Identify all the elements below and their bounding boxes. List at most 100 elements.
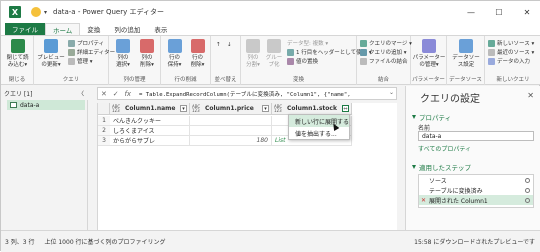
formula-controls: ✕ ✓ fx <box>98 90 134 98</box>
collapse-queries-icon[interactable]: 〈 <box>78 89 84 98</box>
combine-files-button[interactable]: ファイルの結合 <box>360 57 408 65</box>
extract-values-item[interactable]: 値を抽出する... <box>289 127 349 139</box>
status-profiling[interactable]: 上位 1000 行に基づく列のプロファイリング <box>44 237 165 246</box>
ribbon: 閉じて読 み込む▾ 閉じる プレビュー の更新▾ プロパティ 詳細エディター 管… <box>1 36 540 85</box>
sort-ascending-icon: ↑ <box>216 42 221 48</box>
tab-add-column[interactable]: 列の追加 <box>107 23 147 35</box>
query-item-data-a[interactable]: data-a <box>7 100 85 110</box>
step-item-selected[interactable]: ✕ 展開された Column1 <box>419 195 533 205</box>
properties-button[interactable]: プロパティ <box>68 39 104 47</box>
delete-step-icon[interactable]: ✕ <box>421 197 426 204</box>
cancel-formula-icon[interactable]: ✕ <box>101 90 107 98</box>
data-grid: ABC 123 Column1.name ▾ ABC 123 Column1.p… <box>97 103 397 230</box>
group-by-label: グルー プ化 <box>265 55 283 68</box>
gear-icon[interactable] <box>525 187 530 193</box>
query-settings-title: クエリの設定 <box>420 94 480 105</box>
append-queries-button[interactable]: クエリの追加 ▾ <box>360 48 407 56</box>
choose-columns-button[interactable]: 列の 選択▾ <box>112 39 134 68</box>
first-row-headers-icon <box>287 48 294 56</box>
remove-columns-button[interactable]: 列の 削除▾ <box>136 39 158 68</box>
group-label-parameters: パラメーター <box>412 77 445 83</box>
table-cell[interactable]: 180 <box>190 136 272 146</box>
formula-text[interactable]: = Table.ExpandRecordColumn(テーブルに変換済み, "C… <box>134 90 351 98</box>
expand-formula-icon[interactable]: ⌄ <box>389 89 394 96</box>
split-column-button[interactable]: 列の 分割▾ <box>243 39 263 68</box>
expand-column-icon[interactable]: ⇔ <box>342 105 349 112</box>
table-cell[interactable] <box>190 126 272 136</box>
column-type-icon[interactable]: ABC 123 <box>192 104 202 113</box>
refresh-preview-button[interactable]: プレビュー の更新▾ <box>37 39 65 68</box>
query-item-label: data-a <box>20 101 40 109</box>
expand-to-new-rows-item[interactable]: 新しい行に展開する <box>289 115 349 127</box>
row-number[interactable]: 1 <box>98 116 110 126</box>
query-name-field[interactable]: data-a <box>418 131 534 141</box>
group-by-button[interactable]: グルー プ化 <box>263 39 285 68</box>
split-column-label: 列の 分割▾ <box>246 55 260 68</box>
sort-ascending-button[interactable]: ↑ <box>216 42 221 48</box>
window-controls: — ☐ ✕ <box>457 1 540 23</box>
ribbon-group-new-query: 新しいソース ▾ 最近のソース ▾ データの入力 新しいクエリ <box>485 36 540 85</box>
refresh-icon <box>44 39 58 53</box>
table-cell[interactable]: からがらサブレ <box>110 136 190 146</box>
tab-home[interactable]: ホーム <box>45 23 81 35</box>
recent-sources-button[interactable]: 最近のソース ▾ <box>488 48 534 56</box>
column-header-price[interactable]: ABC 123 Column1.price ▾ <box>190 103 272 115</box>
tab-file[interactable]: ファイル <box>5 23 45 35</box>
column-type-icon[interactable]: ABC 123 <box>274 104 284 113</box>
new-source-button[interactable]: 新しいソース ▾ <box>488 39 534 47</box>
replace-values-button[interactable]: 値の置換 <box>287 57 318 65</box>
tab-transform[interactable]: 変換 <box>80 23 107 35</box>
manage-button[interactable]: 管理 ▾ <box>68 57 93 65</box>
keep-rows-button[interactable]: 行の 保持▾ <box>164 39 185 68</box>
remove-rows-button[interactable]: 行の 削除▾ <box>187 39 208 68</box>
row-number[interactable]: 2 <box>98 126 110 136</box>
minimize-button[interactable]: — <box>457 1 485 23</box>
quick-access-dropdown-icon[interactable]: ▾ <box>44 9 47 16</box>
properties-section-header[interactable]: プロパティ <box>412 112 451 122</box>
step-label: テーブルに変換済み <box>429 187 483 195</box>
gear-icon[interactable] <box>525 177 530 183</box>
split-column-icon <box>246 39 260 53</box>
sort-descending-button[interactable]: ↓ <box>227 42 232 48</box>
table-cell[interactable]: しろくまアイス <box>110 126 190 136</box>
data-type-dropdown[interactable]: データ型: 複数 ▾ <box>287 39 328 47</box>
tab-view[interactable]: 表示 <box>147 23 174 35</box>
group-label-reduce-rows: 行の削減 <box>174 77 197 83</box>
ribbon-group-query: プレビュー の更新▾ プロパティ 詳細エディター 管理 ▾ クエリ <box>34 36 115 85</box>
applied-steps-header[interactable]: 適用したステップ <box>412 162 471 172</box>
ribbon-group-sort: ↑ ↓ 並べ替え <box>211 36 241 85</box>
queries-pane-title: クエリ [1] <box>4 90 33 98</box>
table-cell[interactable] <box>190 116 272 126</box>
grid-corner[interactable] <box>98 103 110 115</box>
maximize-button[interactable]: ☐ <box>485 1 513 23</box>
all-properties-link[interactable]: すべてのプロパティ <box>418 144 471 153</box>
manage-parameters-button[interactable]: パラメーター の管理▾ <box>413 39 445 68</box>
gear-icon[interactable] <box>525 197 530 203</box>
group-label-transform: 変換 <box>292 77 304 83</box>
column-filter-dropdown-icon[interactable]: ▾ <box>180 105 187 112</box>
close-settings-icon[interactable]: ✕ <box>527 91 534 100</box>
data-source-settings-button[interactable]: データソー ス設定 <box>450 39 482 68</box>
row-number[interactable]: 3 <box>98 136 110 146</box>
window-title: data-a - Power Query エディター <box>53 8 164 16</box>
refresh-preview-label: プレビュー の更新▾ <box>37 55 65 68</box>
commit-formula-icon[interactable]: ✓ <box>113 90 119 98</box>
column-type-icon[interactable]: ABC 123 <box>112 104 122 113</box>
combine-files-icon <box>360 57 367 65</box>
step-item[interactable]: ソース <box>419 175 533 185</box>
enter-data-button[interactable]: データの入力 <box>488 57 530 65</box>
sort-descending-icon: ↓ <box>227 42 232 48</box>
merge-queries-button[interactable]: クエリのマージ ▾ <box>360 39 412 47</box>
table-cell[interactable]: べんきんクッキー <box>110 116 190 126</box>
smiley-feedback-icon[interactable] <box>31 7 41 17</box>
column-header-name[interactable]: ABC 123 Column1.name ▾ <box>110 103 190 115</box>
keep-rows-label: 行の 保持▾ <box>167 55 182 68</box>
step-item[interactable]: テーブルに変換済み <box>419 185 533 195</box>
close-and-load-button[interactable]: 閉じて読 み込む▾ <box>3 39 32 68</box>
remove-columns-label: 列の 削除▾ <box>140 55 154 68</box>
column-filter-dropdown-icon[interactable]: ▾ <box>262 105 269 112</box>
formula-bar[interactable]: ✕ ✓ fx = Table.ExpandRecordColumn(テーブルに変… <box>97 87 397 100</box>
close-button[interactable]: ✕ <box>513 1 540 23</box>
recent-sources-icon <box>488 48 495 56</box>
column-header-label: Column1.stock <box>287 105 337 112</box>
